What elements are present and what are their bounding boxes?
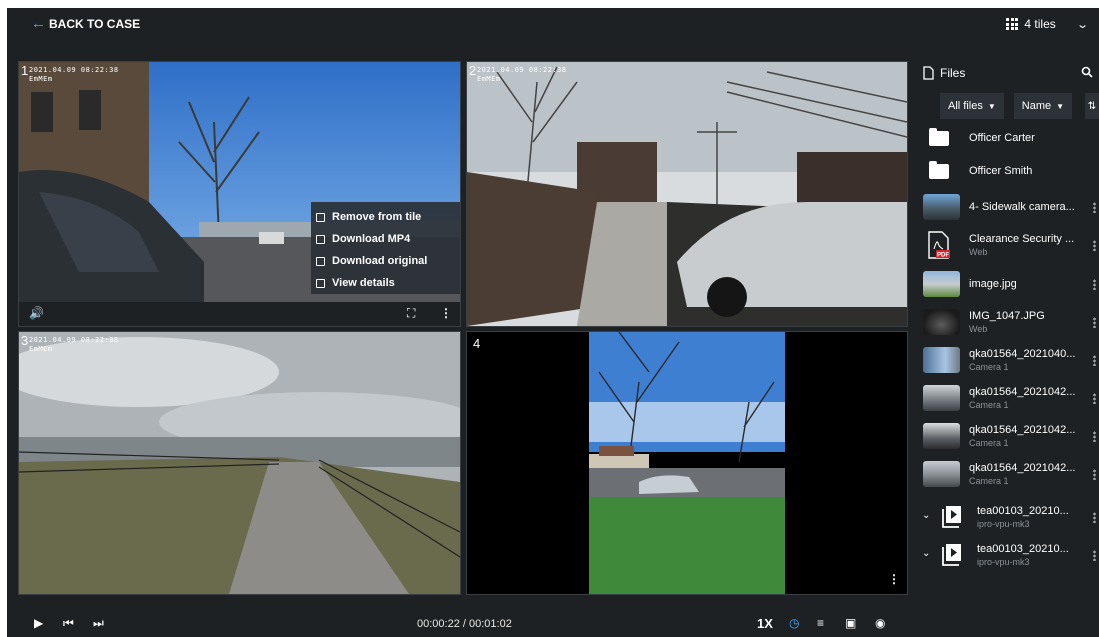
more-options-icon[interactable]: ⋮	[440, 306, 452, 320]
pdf-icon: PDF	[928, 231, 950, 259]
video-tile-4[interactable]: 4 ⋮	[466, 331, 908, 595]
file-icon	[923, 66, 934, 80]
tile-number: 4	[473, 336, 481, 351]
back-to-case-label: BACK TO CASE	[49, 17, 141, 31]
fullscreen-icon[interactable]: ⛶	[407, 306, 415, 321]
video-frame	[467, 62, 907, 326]
checkbox-icon	[316, 278, 325, 288]
image-thumbnail	[923, 309, 960, 335]
video-file-icon	[942, 544, 961, 566]
video-review-app: ← BACK TO CASE 4 tiles ⌄ 1 2021.04.09 08…	[7, 8, 1099, 637]
video-tile-2[interactable]: 2 2021.04.09 08:22:38 EmMEm	[466, 61, 908, 327]
svg-text:PDF: PDF	[937, 253, 949, 259]
list-item[interactable]: image.jpg	[917, 268, 1099, 300]
video-tile-3[interactable]: 3 2021.04.09 08:22:38 EmMEm	[18, 331, 461, 595]
more-options-icon[interactable]	[1093, 279, 1096, 290]
more-options-icon[interactable]	[1093, 550, 1096, 561]
video-timestamp-overlay: 2021.04.09 08:22:38 EmMEm	[477, 66, 567, 83]
playback-speed-button[interactable]: 1X	[757, 616, 773, 631]
clock-icon[interactable]: ◷	[789, 616, 799, 630]
top-bar: ← BACK TO CASE 4 tiles ⌄	[7, 8, 1099, 46]
arrow-left-icon: ←	[31, 15, 46, 32]
video-thumbnail	[923, 347, 960, 373]
list-item[interactable]: ⌄ tea00103_20210... ipro-vpu-mk3	[917, 501, 1099, 533]
folder-icon	[929, 161, 949, 179]
files-panel: Files All files ▼ Name ▼ ⇅ Officer Carte…	[917, 58, 1099, 618]
back-to-case-button[interactable]: ← BACK TO CASE	[31, 15, 141, 32]
video-thumbnail	[923, 385, 960, 411]
map-icon[interactable]: ▣	[845, 616, 856, 630]
list-item[interactable]: qka01564_2021040... Camera 1	[917, 344, 1099, 376]
playback-bar: ▶ ⏮ ⏭ 00:00:22 / 00:01:02 1X ◷ ≡ ▣ ◉	[7, 610, 907, 637]
tile-number: 1	[21, 63, 29, 78]
more-options-icon[interactable]	[1093, 355, 1096, 366]
list-item[interactable]: 4- Sidewalk camera...	[917, 191, 1099, 223]
more-options-icon[interactable]	[1093, 393, 1096, 404]
more-options-icon[interactable]	[1093, 469, 1096, 480]
volume-icon[interactable]: 🔊	[29, 306, 44, 320]
tile-number: 2	[469, 63, 477, 78]
more-options-icon[interactable]	[1093, 431, 1096, 442]
tile-controls: 🔊 ⛶ ⋮	[19, 302, 460, 326]
caret-down-icon: ▼	[987, 101, 996, 111]
chevron-down-icon: ⌄	[1075, 18, 1089, 31]
chevron-down-icon[interactable]: ⌄	[922, 548, 930, 559]
list-item[interactable]: IMG_1047.JPG Web	[917, 306, 1099, 338]
play-icon[interactable]: ▶	[34, 616, 43, 630]
files-header: Files	[923, 66, 965, 80]
skip-back-icon[interactable]: ⏮	[63, 616, 74, 631]
list-item[interactable]: ⌄ tea00103_20210... ipro-vpu-mk3	[917, 539, 1099, 571]
folder-icon	[929, 128, 949, 146]
file-sort-row: All files ▼ Name ▼	[940, 93, 1073, 119]
file-filter-dropdown[interactable]: All files ▼	[940, 93, 1004, 119]
video-timestamp-overlay: 2021.04.09 08:22:38 EmMEm	[29, 336, 119, 353]
tile-context-menu: Remove from tile Download MP4 Download o…	[311, 202, 460, 294]
timecode: 00:00:22 / 00:01:02	[417, 618, 512, 630]
download-original-item[interactable]: Download original	[311, 250, 460, 272]
more-options-icon[interactable]	[1093, 240, 1096, 251]
eye-icon[interactable]: ◉	[875, 616, 885, 630]
more-options-icon[interactable]	[1093, 317, 1096, 328]
sort-by-dropdown[interactable]: Name ▼	[1013, 93, 1073, 119]
more-options-icon[interactable]	[1093, 202, 1096, 213]
file-item-officer-smith[interactable]: Officer Smith	[917, 155, 1099, 187]
list-item[interactable]: qka01564_2021042... Camera 1	[917, 420, 1099, 452]
video-thumbnail	[923, 461, 960, 487]
files-title: Files	[940, 66, 966, 80]
video-frame	[19, 332, 460, 594]
chevron-down-icon[interactable]: ⌄	[922, 510, 930, 521]
search-icon[interactable]	[1081, 66, 1093, 78]
tile-number: 3	[21, 333, 29, 348]
list-item[interactable]: qka01564_2021042... Camera 1	[917, 458, 1099, 490]
image-frame	[589, 332, 785, 594]
video-timestamp-overlay: 2021.04.09 08:22:38 EmMEm	[29, 66, 119, 83]
tile-layout-selector[interactable]: 4 tiles ⌄	[1006, 17, 1089, 31]
file-item-officer-carter[interactable]: Officer Carter	[917, 122, 1099, 154]
grid-icon	[1006, 18, 1019, 30]
video-tile-1[interactable]: 1 2021.04.09 08:22:38 EmMEm Remove from …	[18, 61, 461, 327]
tile-count-label: 4 tiles	[1024, 17, 1056, 31]
checkbox-icon	[316, 256, 325, 266]
view-details-item[interactable]: View details	[311, 272, 460, 294]
download-mp4-item[interactable]: Download MP4	[311, 228, 460, 250]
more-options-icon[interactable]	[1093, 512, 1096, 523]
align-icon[interactable]: ≡	[817, 616, 824, 630]
more-options-icon[interactable]: ⋮	[888, 572, 900, 586]
image-thumbnail	[923, 271, 960, 297]
video-thumbnail	[923, 194, 960, 220]
video-file-icon	[942, 506, 961, 528]
list-item[interactable]: PDF Clearance Security ... Web	[917, 229, 1099, 261]
skip-forward-icon[interactable]: ⏭	[93, 616, 104, 631]
caret-down-icon: ▼	[1056, 101, 1065, 111]
list-item[interactable]: qka01564_2021042... Camera 1	[917, 382, 1099, 414]
remove-from-tile-item[interactable]: Remove from tile	[311, 206, 460, 228]
checkbox-icon	[316, 234, 325, 244]
sort-direction-icon[interactable]: ⇅	[1085, 93, 1099, 119]
checkbox-icon	[316, 212, 325, 222]
video-thumbnail	[923, 423, 960, 449]
